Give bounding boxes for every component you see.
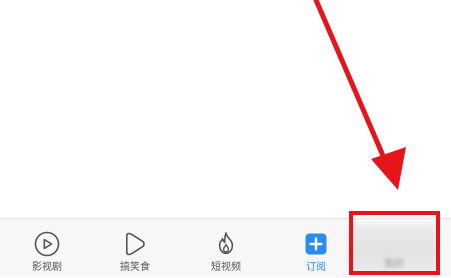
tab-label: 订阅 [306,262,326,273]
tab-label: 影视剧 [32,262,62,273]
tab-label: 短视频 [211,262,241,273]
plus-square-icon [301,229,331,259]
tab-funny[interactable]: 搞笑食 [99,219,171,278]
content-area [0,0,451,218]
tab-short-video[interactable]: 短视频 [190,219,262,278]
tab-movies[interactable]: 影视剧 [11,219,83,278]
play-bubble-icon [120,229,150,259]
tab-label: 搞笑食 [120,262,150,273]
flame-icon [211,229,241,259]
play-circle-icon [32,229,62,259]
tab-subscribe[interactable]: 订阅 [280,219,352,278]
annotation-highlight-box [349,211,440,275]
